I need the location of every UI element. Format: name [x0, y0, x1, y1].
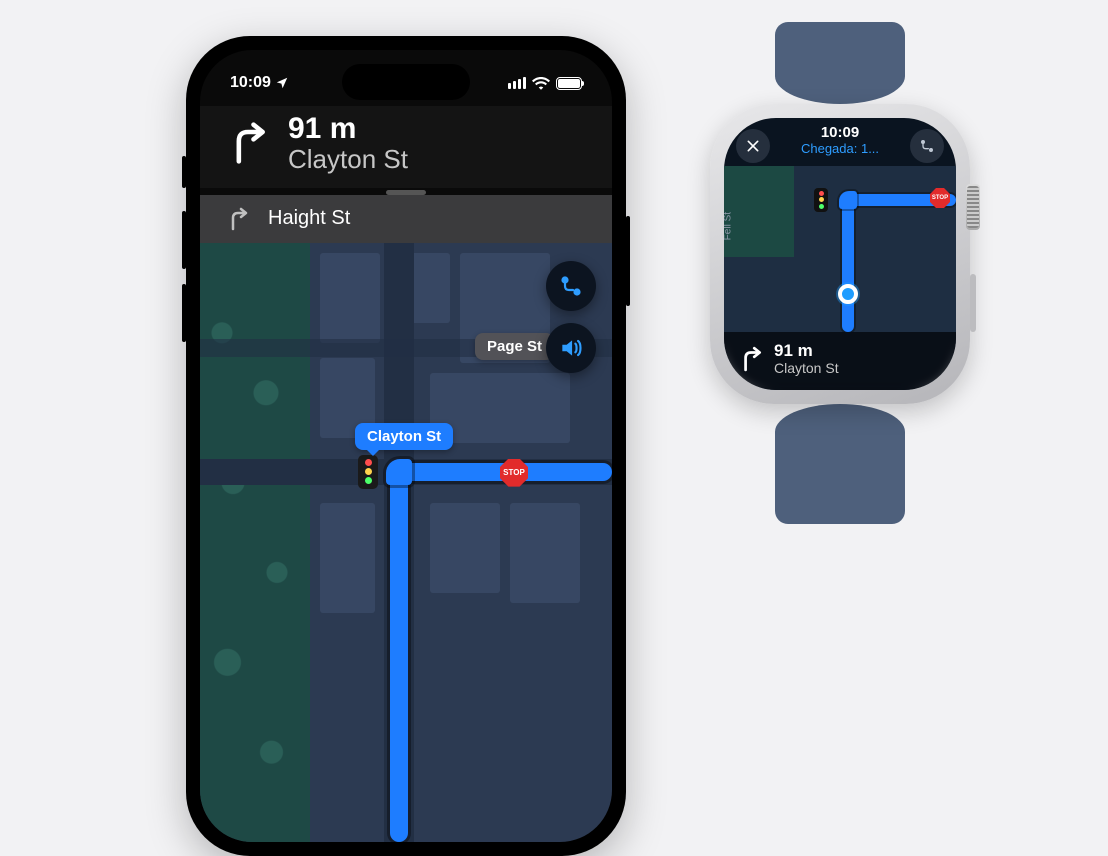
phone-volume-down [182, 284, 186, 342]
map-building [510, 503, 580, 603]
traffic-light-icon [358, 455, 378, 489]
map-view[interactable]: STOP Clayton St Page St [200, 243, 612, 842]
street-label-secondary: Page St [475, 333, 554, 360]
phone-volume-up [182, 211, 186, 269]
watch-case: 10:09 Chegada: 1... Fell St [710, 104, 970, 404]
location-arrow-icon [275, 76, 289, 90]
route-line [839, 191, 857, 209]
route-icon [559, 274, 583, 298]
stop-sign-icon: STOP [500, 459, 528, 487]
map-park-area [200, 243, 310, 842]
route-icon [919, 138, 935, 154]
navigation-banner[interactable]: 91 m Clayton St [200, 106, 612, 188]
battery-icon [556, 77, 582, 90]
speaker-icon [558, 335, 584, 361]
turn-right-arrow-icon [738, 346, 764, 372]
current-location-dot [838, 284, 858, 304]
turn-right-arrow-icon [226, 121, 270, 165]
apple-watch-device: 10:09 Chegada: 1... Fell St [690, 22, 990, 524]
close-button[interactable] [736, 129, 770, 163]
route-overview-button[interactable] [546, 261, 596, 311]
street-label-primary: Clayton St [355, 423, 453, 450]
watch-nav-street: Clayton St [774, 361, 839, 376]
next-step-banner[interactable]: Haight St [200, 195, 612, 243]
iphone-device-frame: 10:09 91 m Clayton St [186, 36, 626, 856]
watch-time: 10:09 [801, 124, 879, 141]
close-icon [745, 138, 761, 154]
traffic-light-icon [814, 188, 828, 212]
iphone-screen: 10:09 91 m Clayton St [200, 50, 612, 842]
watch-map-park [724, 166, 794, 257]
dynamic-island [342, 64, 470, 100]
route-overview-button[interactable] [910, 129, 944, 163]
map-building [320, 253, 380, 343]
route-line [386, 459, 412, 485]
stop-sign-icon: STOP [930, 188, 950, 208]
next-step-street: Haight St [268, 207, 350, 230]
turn-right-arrow-icon [226, 207, 250, 231]
route-line [842, 194, 854, 332]
watch-side-button [970, 274, 976, 332]
watch-arrival-label: Chegada: 1... [801, 141, 879, 156]
status-time: 10:09 [230, 74, 271, 92]
watch-nav-distance: 91 m [774, 342, 839, 361]
watch-map-view[interactable]: Fell St STOP [724, 166, 956, 332]
digital-crown [966, 184, 980, 230]
wifi-icon [532, 76, 550, 90]
phone-mute-switch [182, 156, 186, 188]
watch-status-bar: 10:09 Chegada: 1... [724, 118, 956, 166]
watch-band-bottom [775, 404, 905, 524]
map-building [320, 503, 375, 613]
watch-side-street-label: Fell St [724, 212, 734, 240]
cellular-signal-icon [508, 77, 526, 89]
route-line [390, 463, 408, 842]
audio-guidance-button[interactable] [546, 323, 596, 373]
map-building [430, 503, 500, 593]
phone-side-button [626, 216, 630, 306]
watch-band-top [775, 22, 905, 104]
nav-distance: 91 m [288, 112, 408, 145]
nav-street: Clayton St [288, 145, 408, 174]
watch-navigation-banner[interactable]: 91 m Clayton St [724, 332, 956, 390]
watch-screen: 10:09 Chegada: 1... Fell St [724, 118, 956, 390]
